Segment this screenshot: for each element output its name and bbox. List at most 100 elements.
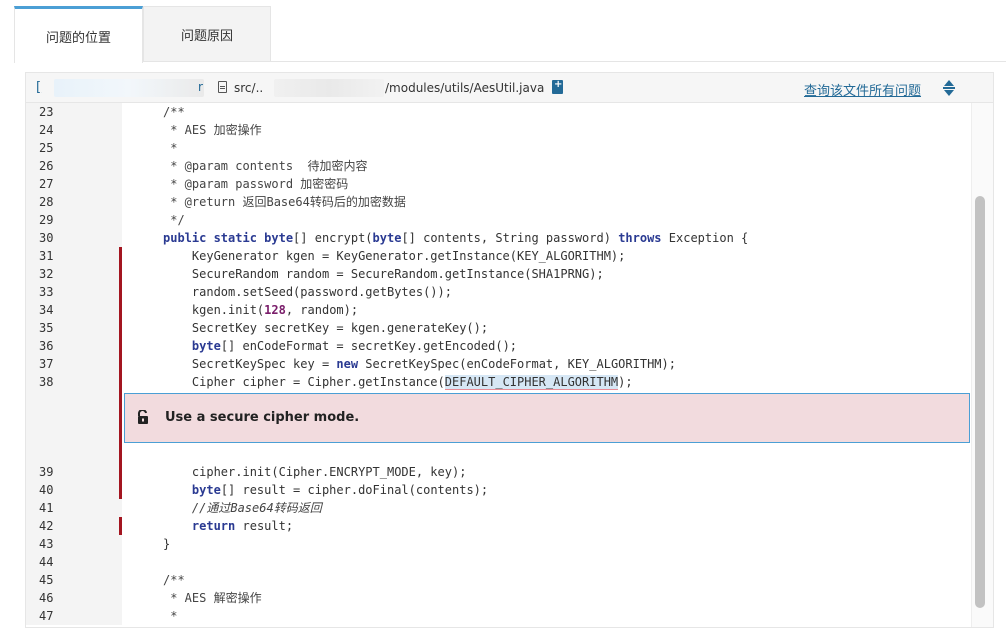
issue-marker: [119, 283, 122, 301]
source-text: * AES 加密操作: [163, 121, 262, 139]
code-token: return: [191, 519, 236, 533]
source-text: return result;: [163, 517, 293, 535]
code-line: 36 byte[] enCodeFormat = secretKey.getEn…: [26, 337, 971, 355]
source-text: public static byte[] encrypt(byte[] cont…: [163, 229, 748, 247]
issue-marker: [119, 265, 122, 283]
issue-marker: [119, 517, 122, 535]
code-line: 32 SecureRandom random = SecureRandom.ge…: [26, 265, 971, 283]
code-token: SecureRandom random = SecureRandom.getIn…: [163, 267, 604, 281]
issue-message-box[interactable]: Use a secure cipher mode.: [124, 393, 970, 443]
code-token: SecretKey secretKey = kgen.generateKey()…: [163, 321, 489, 335]
issue-marker: [119, 463, 122, 481]
line-number: 47: [26, 607, 122, 625]
file-header: [ r src/.. /modules/utils/AesUtil.java 查…: [26, 73, 993, 103]
source-text: cipher.init(Cipher.ENCRYPT_MODE, key);: [163, 463, 467, 481]
code-line: 25 *: [26, 139, 971, 157]
line-number: 33: [26, 283, 122, 301]
line-number: 39: [26, 463, 122, 481]
code-line: 30 public static byte[] encrypt(byte[] co…: [26, 229, 971, 247]
code-token: SecretKeySpec key =: [163, 357, 337, 371]
code-token: * @param contents 待加密内容: [163, 159, 368, 173]
line-number: 27: [26, 175, 122, 193]
code-line: 37 SecretKeySpec key = new SecretKeySpec…: [26, 355, 971, 373]
tab-issue-reason[interactable]: 问题原因: [143, 6, 271, 62]
copy-path-icon[interactable]: [552, 79, 563, 94]
source-text: */: [163, 211, 185, 229]
tab-divider: [14, 61, 1006, 62]
source-text: //通过Base64转码返回: [163, 499, 322, 517]
unlock-icon: [137, 409, 149, 424]
scrollbar-thumb[interactable]: [975, 196, 985, 608]
code-line: 26 * @param contents 待加密内容: [26, 157, 971, 175]
redacted-project-name: [54, 79, 204, 97]
code-token: KeyGenerator kgen = KeyGenerator.getInst…: [163, 249, 626, 263]
line-number: 41: [26, 499, 122, 517]
code-token: byte: [372, 231, 402, 245]
source-text: byte[] enCodeFormat = secretKey.getEncod…: [163, 337, 517, 355]
code-line: 41 //通过Base64转码返回: [26, 499, 971, 517]
code-line: 44: [26, 553, 971, 571]
code-token: * @return 返回Base64转码后的加密数据: [163, 195, 406, 209]
line-number: 28: [26, 193, 122, 211]
code-token: Exception {: [661, 231, 749, 245]
line-number: 25: [26, 139, 122, 157]
project-link[interactable]: [: [36, 80, 41, 95]
issue-marker: [119, 481, 122, 499]
code-token: *: [163, 609, 178, 623]
code-line: 33 random.setSeed(password.getBytes());: [26, 283, 971, 301]
code-line: 42 return result;: [26, 517, 971, 535]
code-token: kgen.init(: [163, 303, 265, 317]
code-token: /**: [163, 105, 185, 119]
project-name-fragment[interactable]: r: [198, 80, 203, 94]
expand-collapse-icon[interactable]: [943, 80, 955, 96]
line-number: 40: [26, 481, 122, 499]
code-line: 31 KeyGenerator kgen = KeyGenerator.getI…: [26, 247, 971, 265]
code-token: [] enCodeFormat = secretKey.getEncoded()…: [220, 339, 518, 353]
code-token: public static byte: [163, 231, 294, 245]
code-token: new: [336, 357, 359, 371]
code-line: 39 cipher.init(Cipher.ENCRYPT_MODE, key)…: [26, 463, 971, 481]
code-line: 47 *: [26, 607, 971, 625]
line-number: 29: [26, 211, 122, 229]
code-line: 43}: [26, 535, 971, 553]
source-text: random.setSeed(password.getBytes());: [163, 283, 452, 301]
issue-row: Use a secure cipher mode.: [26, 391, 971, 463]
code-token: }: [163, 537, 171, 551]
code-line: 40 byte[] result = cipher.doFinal(conten…: [26, 481, 971, 499]
source-text: byte[] result = cipher.doFinal(contents)…: [163, 481, 488, 499]
source-text: * @return 返回Base64转码后的加密数据: [163, 193, 406, 211]
tab-label: 问题原因: [180, 29, 233, 44]
highlighted-token[interactable]: DEFAULT_CIPHER_ALGORITHM: [444, 375, 619, 390]
line-number: 30: [26, 229, 122, 247]
code-line: 45 /**: [26, 571, 971, 589]
line-number: 46: [26, 589, 122, 607]
code-token: * AES 加密操作: [163, 123, 262, 137]
line-number: 43: [26, 535, 122, 553]
line-number: 45: [26, 571, 122, 589]
code-line: 23 /**: [26, 103, 971, 121]
code-token: [] encrypt(: [293, 231, 373, 245]
code-token: */: [163, 213, 185, 227]
tab-bar: 问题的位置 问题原因: [14, 0, 1006, 63]
code-token: [] result = cipher.doFinal(contents);: [220, 483, 489, 497]
code-token: );: [618, 375, 633, 389]
code-token: byte: [191, 339, 221, 353]
code-line: 27 * @param password 加密密码: [26, 175, 971, 193]
line-number: 24: [26, 121, 122, 139]
file-path-prefix: src/..: [234, 81, 264, 95]
code-token: byte: [191, 483, 221, 497]
code-line: 35 SecretKey secretKey = kgen.generateKe…: [26, 319, 971, 337]
source-text: *: [163, 139, 177, 157]
code-token: * @param password 加密密码: [163, 177, 349, 191]
tab-issue-location[interactable]: 问题的位置: [14, 6, 143, 63]
line-number: 38: [26, 373, 122, 391]
issue-marker: [119, 337, 122, 355]
view-all-file-issues-link[interactable]: 查询该文件所有问题: [804, 80, 921, 99]
code-line: 46 * AES 解密操作: [26, 589, 971, 607]
code-token: *: [163, 141, 178, 155]
source-text: }: [163, 535, 170, 553]
source-text: Cipher cipher = Cipher.getInstance(DEFAU…: [163, 373, 633, 391]
code-line: 38 Cipher cipher = Cipher.getInstance(DE…: [26, 373, 971, 391]
